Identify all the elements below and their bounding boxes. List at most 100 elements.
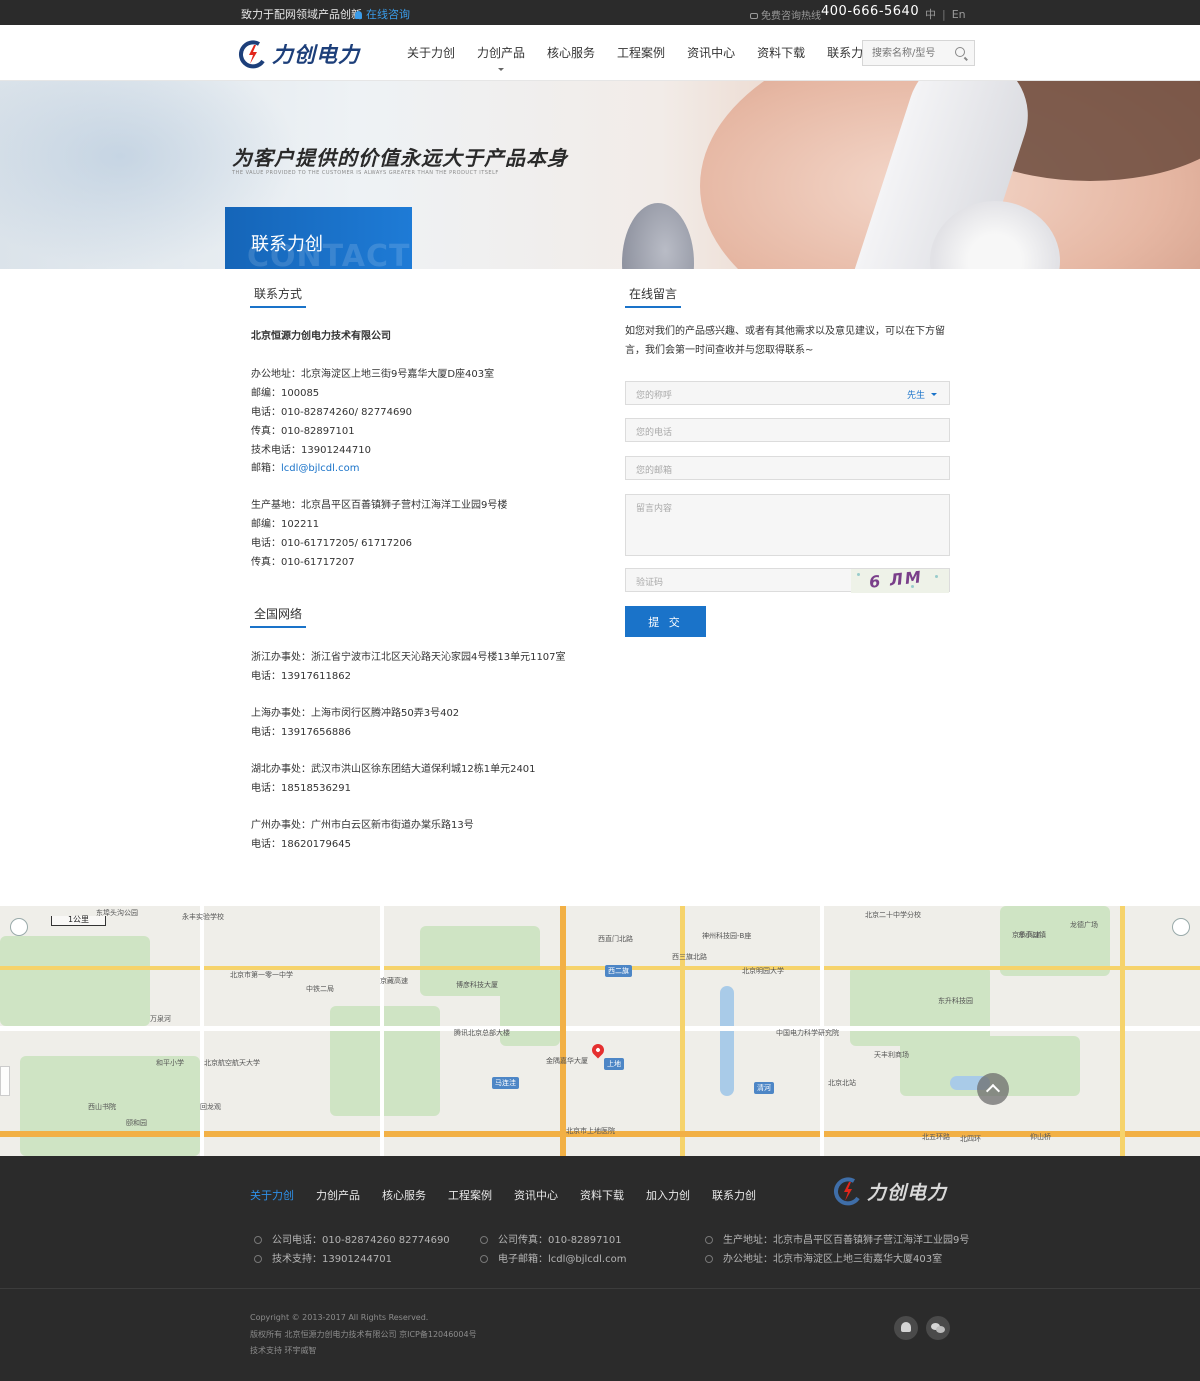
factory-zip: 邮编：102211 (251, 519, 320, 530)
nav-news[interactable]: 资讯中心 (676, 25, 746, 81)
back-to-top-button[interactable] (977, 1073, 1009, 1105)
map-label: 永丰实验学校 (182, 913, 224, 921)
email-field[interactable]: 您的邮箱 (625, 456, 950, 480)
footer-phone: 公司电话：010-82874260 82774690 (254, 1231, 450, 1246)
main-content: 联系方式 北京恒源力创电力技术有限公司 办公地址：北京海淀区上地三街9号嘉华大厦… (0, 269, 1200, 906)
phone-icon (750, 13, 758, 19)
footer-nav-downloads[interactable]: 资料下载 (580, 1187, 624, 1203)
footer-fax-text: 公司传真：010-82897101 (498, 1235, 622, 1246)
map-label: 东埠头沟公园 (96, 909, 138, 917)
footer-nav-about[interactable]: 关于力创 (250, 1187, 294, 1203)
map-label: 回龙观 (200, 1103, 221, 1111)
nav-products[interactable]: 力创产品 (466, 25, 536, 81)
footer-nav-services[interactable]: 核心服务 (382, 1187, 426, 1203)
office-shanghai-tel: 电话：13917656886 (251, 727, 351, 738)
map-label: 北京市第一零一中学 (230, 971, 293, 979)
map-station-label: 清河 (754, 1082, 774, 1094)
captcha-field[interactable]: 验证码 6 ЛМ (625, 568, 950, 593)
captcha-placeholder: 验证码 (636, 578, 664, 588)
nav-cases[interactable]: 工程案例 (606, 25, 676, 81)
map-label: 北京明园大学 (742, 967, 784, 975)
office-email: 邮箱：lcdl@bjlcdl.com (251, 459, 359, 474)
online-consult-link[interactable]: 在线咨询 (355, 6, 410, 22)
footer-nav: 关于力创 力创产品 核心服务 工程案例 资讯中心 资料下载 加入力创 联系力创 (250, 1187, 778, 1203)
map-label: 神州科技园-B座 (702, 932, 752, 940)
office-fax: 传真：010-82897101 (251, 426, 355, 437)
map-label: 中铁二局 (306, 985, 334, 993)
wechat-icon-bubble (936, 1326, 945, 1333)
footer-nav-contact[interactable]: 联系力创 (712, 1187, 756, 1203)
submit-button[interactable]: 提 交 (625, 606, 706, 637)
nav-services[interactable]: 核心服务 (536, 25, 606, 81)
map-label: 东升科技园 (938, 997, 973, 1005)
footer-nav-cases[interactable]: 工程案例 (448, 1187, 492, 1203)
logo-mark-icon (239, 40, 265, 69)
map-label: 腾讯北京总部大楼 (454, 1029, 510, 1037)
email-link[interactable]: lcdl@bjlcdl.com (281, 463, 359, 474)
phone-field[interactable]: 您的电话 (625, 418, 950, 442)
map-side-toggle[interactable] (0, 1066, 10, 1096)
footer-fax: 公司传真：010-82897101 (480, 1231, 622, 1246)
map-road (680, 906, 685, 1156)
location-pin-icon[interactable] (589, 1041, 607, 1059)
title-underline (250, 306, 307, 308)
message-title-text: 在线留言 (629, 287, 678, 301)
map-label: 天丰利商场 (874, 1051, 909, 1059)
map-label: 金隅嘉华大厦 (546, 1057, 588, 1065)
map-road (380, 906, 384, 1156)
nav-downloads[interactable]: 资料下载 (746, 25, 816, 81)
fax-icon (480, 1236, 488, 1244)
footer-divider (0, 1288, 1200, 1289)
map-label: 西直门北路 (598, 935, 633, 943)
map-label: 北五环路 (922, 1133, 950, 1141)
slogan: 致力于配网领域产品创新 (241, 8, 362, 21)
main-nav: 关于力创 力创产品 核心服务 工程案例 资讯中心 资料下载 联系力创 (396, 25, 886, 81)
search-icon[interactable] (955, 47, 965, 57)
map-road (0, 1026, 1200, 1031)
map-nav-control[interactable] (1172, 918, 1190, 936)
site-logo[interactable]: 力创电力 (237, 38, 361, 70)
footer-logo[interactable]: 力创电力 (832, 1176, 947, 1206)
office-zhejiang-tel: 电话：13917611862 (251, 671, 351, 682)
map-green-area (850, 966, 990, 1046)
title-underline (625, 306, 682, 308)
map-green-area (1020, 1036, 1080, 1096)
map-label: 博彦科技大厦 (456, 981, 498, 989)
footer-phone-text: 公司电话：010-82874260 82774690 (272, 1235, 450, 1246)
map-label: 中国电力科学研究院 (776, 1029, 839, 1037)
copyright: Copyright © 2013-2017 All Rights Reserve… (250, 1313, 429, 1322)
footer-office-text: 办公地址：北京市海淀区上地三街嘉华大厦403室 (723, 1254, 943, 1265)
lang-separator: | (942, 8, 946, 21)
office-hubei: 湖北办事处：武汉市洪山区徐东团结大道保利城12栋1单元2401 (251, 764, 536, 775)
banner-headset-earpad (622, 203, 694, 269)
lang-en-link[interactable]: En (952, 8, 966, 21)
message-intro: 如您对我们的产品感兴趣、或者有其他需求以及意见建议，可以在下方留言，我们会第一时… (625, 326, 945, 356)
captcha-image[interactable]: 6 ЛМ (851, 569, 949, 593)
location-map[interactable]: 1公里 东埠头沟公园 永丰实验学校 西直门北路 西三旗北路 京藏高速 神州科技园… (0, 906, 1200, 1156)
search-input[interactable] (863, 41, 951, 65)
qq-button[interactable] (894, 1316, 918, 1340)
factory-fax: 传真：010-61717207 (251, 557, 355, 568)
hotline-number: 400-666-5640 (821, 4, 920, 19)
map-nav-control[interactable] (10, 918, 28, 936)
lang-cn-link[interactable]: 中 (925, 8, 936, 21)
office-guangzhou-tel: 电话：18620179645 (251, 839, 351, 850)
map-label: 西三旗北路 (672, 953, 707, 961)
banner-tagline-en: THE VALUE PROVIDED TO THE CUSTOMER IS AL… (232, 170, 499, 176)
wechat-button[interactable] (926, 1316, 950, 1340)
email-label: 邮箱： (251, 463, 281, 474)
map-label: 北京二十中学分校 (865, 911, 921, 919)
banner-tagline: 为客户提供的价值永远大于产品本身 (232, 146, 568, 170)
footer-nav-news[interactable]: 资讯中心 (514, 1187, 558, 1203)
office-address: 办公地址：北京海淀区上地三街9号嘉华大厦D座403室 (251, 369, 495, 380)
gender-select[interactable]: 先生 (907, 388, 937, 401)
name-field[interactable]: 您的称呼 先生 (625, 381, 950, 405)
map-label: 万泉河 (150, 1015, 171, 1023)
footer-nav-products[interactable]: 力创产品 (316, 1187, 360, 1203)
nav-about[interactable]: 关于力创 (396, 25, 466, 81)
office-hubei-tel: 电话：18518536291 (251, 783, 351, 794)
footer-nav-join[interactable]: 加入力创 (646, 1187, 690, 1203)
office-zhejiang: 浙江办事处：浙江省宁波市江北区天沁路天沁家园4号楼13单元1107室 (251, 652, 566, 663)
message-textarea[interactable]: 留言内容 (625, 494, 950, 556)
contact-title-text: 联系方式 (254, 287, 303, 301)
